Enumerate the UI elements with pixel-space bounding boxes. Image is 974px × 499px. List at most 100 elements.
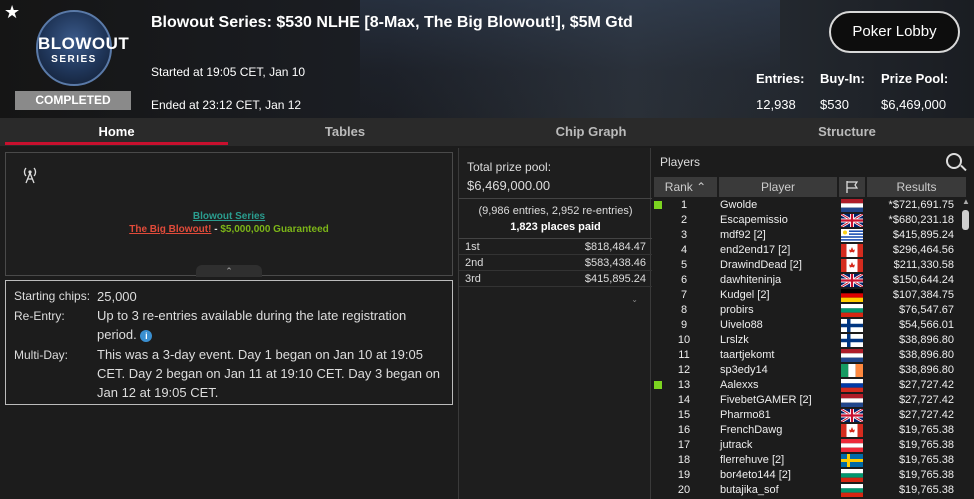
player-result: $19,765.38 — [898, 484, 954, 496]
banner-guarantee: $5,000,000 Guaranteed — [220, 224, 329, 235]
country-flag-icon-ca — [841, 259, 863, 272]
collapse-banner-chevron-icon[interactable]: ⌃ — [196, 265, 262, 277]
player-row[interactable]: 15 Pharmo81 $27,727.42 — [652, 408, 962, 423]
poker-lobby-button[interactable]: Poker Lobby — [829, 11, 960, 53]
player-row[interactable]: 7 Kudgel [2] $107,384.75 — [652, 288, 962, 303]
tournament-banner-panel: Blowout Series The Big Blowout! - $5,000… — [5, 152, 453, 276]
info-icon[interactable]: i — [140, 329, 153, 342]
player-rank: 11 — [678, 349, 690, 361]
player-rank: 15 — [677, 409, 691, 421]
banner-text: Blowout Series The Big Blowout! - $5,000… — [6, 211, 452, 235]
country-flag-icon-at — [841, 439, 863, 452]
started-time: Started at 19:05 CET, Jan 10 — [151, 65, 306, 79]
payout-place: 3rd — [465, 273, 481, 285]
player-rank: 19 — [677, 469, 691, 481]
player-row[interactable]: 3 mdf92 [2] $415,895.24 — [652, 228, 962, 243]
player-row[interactable]: 16 FrenchDawg $19,765.38 — [652, 423, 962, 438]
player-name: DrawindDead [2] — [720, 259, 802, 271]
buyin-label: Buy-In: — [820, 71, 865, 86]
country-flag-icon-nl — [841, 394, 863, 407]
scroll-up-icon[interactable]: ▲ — [962, 197, 970, 206]
player-row[interactable]: 11 taartjekomt $38,896.80 — [652, 348, 962, 363]
player-row[interactable]: 17 jutrack $19,765.38 — [652, 438, 962, 453]
player-rank: 16 — [677, 424, 691, 436]
player-result: $19,765.38 — [898, 439, 954, 451]
banner-series-link[interactable]: Blowout Series — [193, 211, 265, 222]
expand-payouts-chevron-icon[interactable]: ⌄ — [459, 296, 652, 304]
tab-tables[interactable]: Tables — [230, 118, 460, 146]
player-name: mdf92 [2] — [720, 229, 766, 241]
player-rank: 2 — [680, 214, 688, 226]
player-result: $150,644.24 — [892, 274, 954, 286]
country-flag-icon-ie — [841, 364, 863, 377]
player-row[interactable]: 8 probirs $76,547.67 — [652, 303, 962, 318]
scrollbar-thumb[interactable] — [962, 210, 969, 230]
multiday-value: This was a 3-day event. Day 1 began on J… — [97, 347, 441, 400]
player-result: $19,765.38 — [898, 424, 954, 436]
starting-chips-label: Starting chips: — [14, 289, 91, 303]
player-rank: 6 — [680, 274, 688, 286]
tournament-title: Blowout Series: $530 NLHE [8-Max, The Bi… — [151, 14, 633, 31]
player-row[interactable]: 10 Lrslzk $38,896.80 — [652, 333, 962, 348]
country-flag-icon-de — [841, 289, 863, 302]
player-row[interactable]: 18 flerrehuve [2] $19,765.38 — [652, 453, 962, 468]
country-flag-icon-gb — [841, 409, 863, 422]
player-result: $76,547.67 — [898, 304, 954, 316]
player-name: bor4eto144 [2] — [720, 469, 791, 481]
search-icon[interactable] — [946, 153, 962, 169]
player-result: $27,727.42 — [898, 379, 954, 391]
tab-chip-graph[interactable]: Chip Graph — [476, 118, 706, 146]
player-row[interactable]: 6 dawhiteninja $150,644.24 — [652, 273, 962, 288]
player-rank: 10 — [677, 334, 691, 346]
country-flag-icon-uy — [841, 229, 863, 242]
sort-ascending-icon: ⌃ — [696, 180, 707, 194]
player-name: flerrehuve [2] — [720, 454, 785, 466]
column-header-country[interactable] — [839, 177, 865, 197]
tournament-details-panel: Starting chips: 25,000 Re-Entry: Up to 3… — [5, 280, 453, 405]
player-result: $38,896.80 — [898, 349, 954, 361]
status-indicator — [654, 201, 662, 209]
favorite-star-icon[interactable]: ★ — [4, 2, 20, 23]
banner-event-link[interactable]: The Big Blowout! — [129, 224, 211, 235]
blowout-series-logo: BLOWOUT SERIES — [36, 10, 129, 86]
logo-text-line2: SERIES — [51, 54, 97, 65]
player-row[interactable]: 20 butajika_sof $19,765.38 — [652, 483, 962, 498]
player-name: jutrack — [720, 439, 753, 451]
payout-place: 2nd — [465, 257, 484, 269]
player-name: Gwolde — [720, 199, 758, 211]
prize-pool-label: Prize Pool: — [881, 71, 949, 86]
payout-amount: $818,484.47 — [584, 241, 646, 253]
country-flag-icon-bg — [841, 304, 863, 317]
player-row[interactable]: 12 sp3edy14 $38,896.80 — [652, 363, 962, 378]
player-row[interactable]: 19 bor4eto144 [2] $19,765.38 — [652, 468, 962, 483]
column-header-player[interactable]: Player — [719, 177, 837, 197]
tab-structure[interactable]: Structure — [732, 118, 962, 146]
country-flag-icon-bg — [841, 484, 863, 497]
active-tab-indicator — [5, 142, 228, 145]
players-scrollbar[interactable]: ▲ — [960, 197, 972, 499]
player-result: $38,896.80 — [898, 334, 954, 346]
country-flag-icon-ca — [841, 424, 863, 437]
player-rank: 20 — [677, 484, 691, 496]
player-row[interactable]: 14 FivebetGAMER [2] $27,727.42 — [652, 393, 962, 408]
player-rank: 14 — [677, 394, 691, 406]
player-name: Aalexxs — [720, 379, 759, 391]
ended-time: Ended at 23:12 CET, Jan 12 — [151, 98, 302, 112]
broadcast-antenna-icon — [23, 167, 37, 184]
player-row[interactable]: 4 end2end17 [2] $296,464.56 — [652, 243, 962, 258]
multiday-label: Multi-Day: — [14, 348, 69, 362]
entries-label: Entries: — [756, 71, 805, 86]
country-flag-icon-nl — [841, 199, 863, 212]
player-rank: 5 — [680, 259, 688, 271]
column-header-rank[interactable]: Rank ⌃ — [654, 177, 717, 197]
player-row[interactable]: 13 Aalexxs $27,727.42 — [652, 378, 962, 393]
column-header-results[interactable]: Results — [867, 177, 966, 197]
player-row[interactable]: 2 Escapemissio *$680,231.18 — [652, 213, 962, 228]
player-row[interactable]: 1 Gwolde *$721,691.75 — [652, 198, 962, 213]
player-row[interactable]: 9 Uivelo88 $54,566.01 — [652, 318, 962, 333]
player-name: Uivelo88 — [720, 319, 763, 331]
player-rank: 1 — [680, 199, 688, 211]
player-row[interactable]: 5 DrawindDead [2] $211,330.58 — [652, 258, 962, 273]
country-flag-icon-gb — [841, 214, 863, 227]
payout-row: 1st $818,484.47 — [459, 239, 652, 255]
